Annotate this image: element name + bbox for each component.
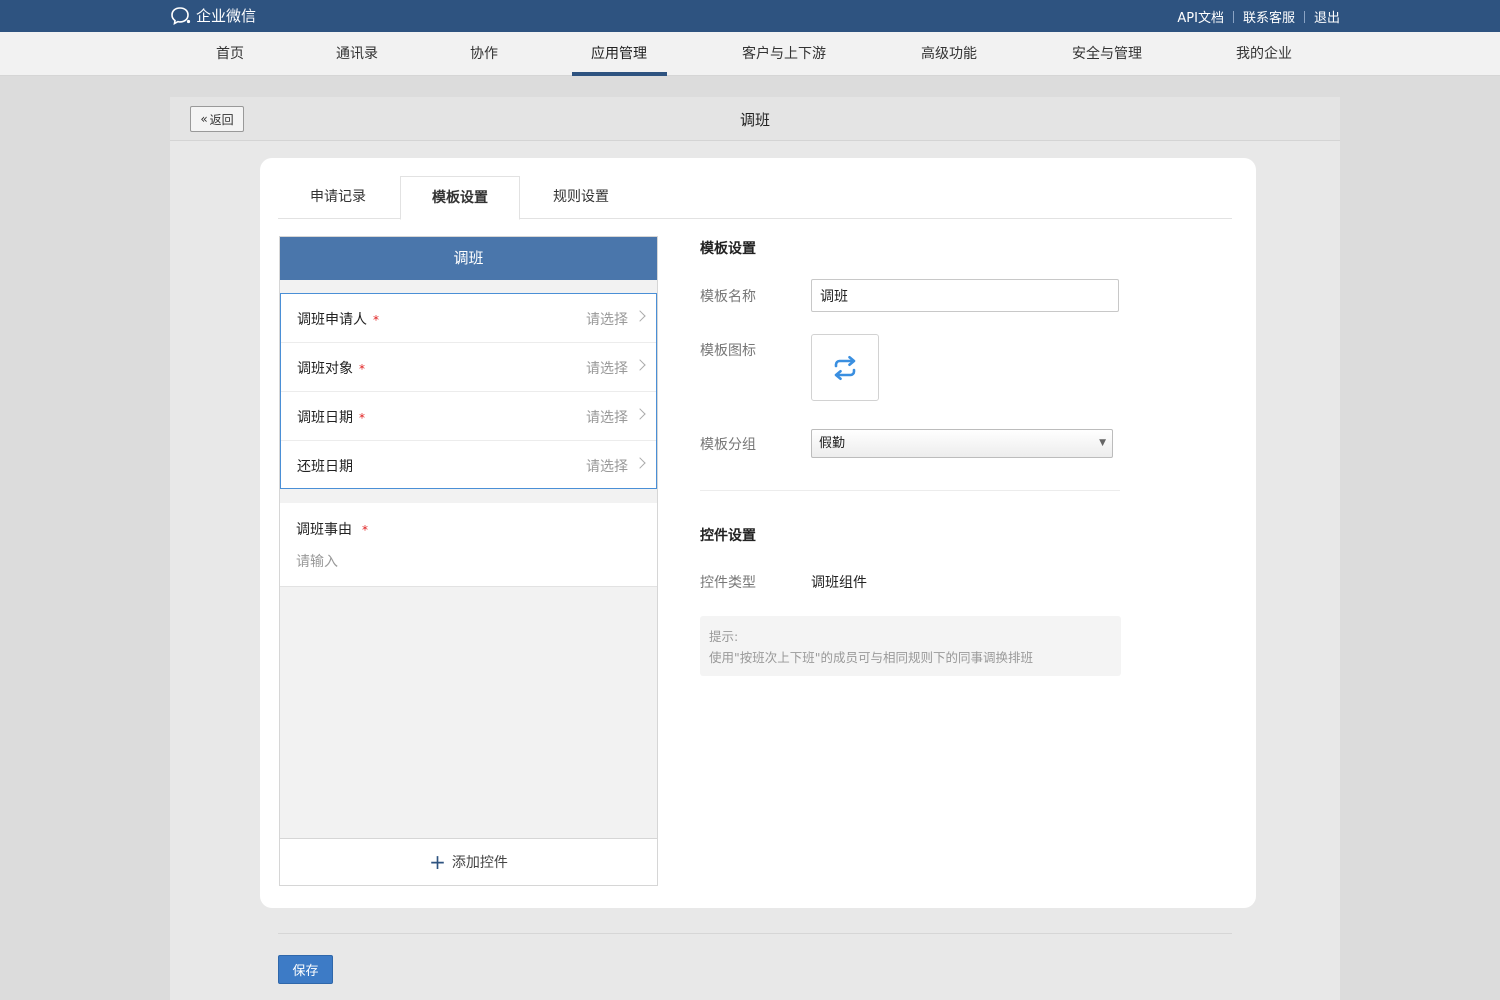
contact-support-link[interactable]: 联系客服 — [1243, 7, 1295, 26]
control-type-value: 调班组件 — [811, 575, 867, 591]
chevron-right-icon — [634, 310, 646, 322]
field-placeholder: 请选择 — [586, 459, 628, 475]
template-group-select[interactable]: 假勤 ▼ — [811, 429, 1113, 458]
nav-item-my-enterprise[interactable]: 我的企业 — [1236, 32, 1292, 76]
field-placeholder: 请选择 — [586, 410, 628, 426]
brand-name: 企业微信 — [196, 7, 257, 25]
plus-icon: + — [429, 850, 446, 874]
page-title: 调班 — [739, 111, 770, 129]
field-placeholder: 请选择 — [586, 312, 628, 328]
brand-logo[interactable]: 企业微信 — [170, 5, 256, 26]
add-control-label: 添加控件 — [451, 855, 508, 871]
required-mark: * — [359, 411, 365, 425]
tab-template-settings[interactable]: 模板设置 — [400, 176, 520, 220]
tip-title: 提示: — [709, 629, 739, 644]
nav-item-app-management[interactable]: 应用管理 — [591, 32, 647, 76]
nav-item-collaboration[interactable]: 协作 — [470, 32, 498, 76]
preview-header: 调班 — [280, 237, 657, 280]
field-label: 调班对象 * — [297, 361, 365, 377]
template-group-label: 模板分组 — [700, 437, 756, 453]
api-docs-link[interactable]: API文档 — [1177, 7, 1224, 26]
caret-down-icon: ▼ — [1099, 438, 1106, 448]
main-nav: 首页 通讯录 协作 应用管理 客户与上下游 高级功能 安全与管理 我的企业 — [0, 32, 1500, 76]
chevron-right-icon — [634, 457, 646, 469]
nav-active-indicator — [572, 72, 667, 76]
required-mark: * — [359, 362, 365, 376]
chevron-right-icon — [634, 408, 646, 420]
add-control-button[interactable]: + 添加控件 — [280, 838, 657, 885]
save-button[interactable]: 保存 — [278, 955, 333, 984]
logout-link[interactable]: 退出 — [1314, 7, 1340, 26]
top-bar: 企业微信 API文档 联系客服 退出 — [0, 0, 1500, 32]
nav-item-customers[interactable]: 客户与上下游 — [742, 32, 826, 76]
nav-item-advanced[interactable]: 高级功能 — [921, 32, 977, 76]
tab-rule-settings[interactable]: 规则设置 — [521, 176, 641, 219]
form-preview: 调班 调班申请人 * 请选择 调班对象 * 请选择 调班日期 * 请选择 还班日… — [279, 236, 658, 886]
field-swap-date[interactable]: 调班日期 * 请选择 — [281, 392, 656, 441]
field-applicant[interactable]: 调班申请人 * 请选择 — [281, 294, 656, 343]
field-placeholder: 请输入 — [296, 554, 338, 570]
template-settings-title: 模板设置 — [700, 241, 756, 257]
field-label: 还班日期 — [297, 459, 353, 475]
field-placeholder: 请选择 — [586, 361, 628, 377]
tip-box: 提示: 使用"按班次上下班"的成员可与相同规则下的同事调换排班 — [700, 616, 1121, 676]
settings-card: 申请记录 模板设置 规则设置 调班 调班申请人 * 请选择 调班对象 * 请选择 调… — [260, 158, 1256, 908]
swap-arrows-icon — [834, 355, 856, 380]
chat-bubble-icon — [171, 6, 191, 25]
panel-header: « 返回 调班 — [170, 97, 1340, 141]
control-type-label: 控件类型 — [700, 575, 756, 591]
select-value: 假勤 — [819, 436, 846, 451]
required-mark: * — [373, 313, 379, 327]
field-label: 调班日期 * — [297, 410, 365, 426]
chevron-right-icon — [634, 359, 646, 371]
required-mark: * — [362, 523, 368, 537]
footer-divider — [278, 933, 1232, 934]
page-panel: « 返回 调班 申请记录 模板设置 规则设置 调班 调班申请人 * 请选择 调班对… — [170, 97, 1340, 1000]
field-label: 调班申请人 * — [297, 312, 379, 328]
link-divider — [1303, 10, 1305, 23]
tip-text: 使用"按班次上下班"的成员可与相同规则下的同事调换排班 — [709, 650, 1034, 665]
nav-item-contacts[interactable]: 通讯录 — [336, 32, 378, 76]
link-divider — [1232, 10, 1234, 23]
field-label: 调班事由 * — [296, 522, 368, 538]
nav-item-home[interactable]: 首页 — [216, 32, 244, 76]
template-icon-picker[interactable] — [811, 334, 879, 401]
field-return-date[interactable]: 还班日期 请选择 — [281, 441, 656, 490]
nav-item-security[interactable]: 安全与管理 — [1072, 32, 1142, 76]
field-reason[interactable]: 调班事由 * 请输入 — [280, 503, 657, 587]
template-name-input[interactable] — [811, 279, 1119, 312]
template-name-label: 模板名称 — [700, 289, 756, 305]
control-settings-title: 控件设置 — [700, 528, 756, 544]
tab-records[interactable]: 申请记录 — [278, 176, 398, 219]
tab-bar: 申请记录 模板设置 规则设置 — [278, 176, 1232, 220]
field-group-selected[interactable]: 调班申请人 * 请选择 调班对象 * 请选择 调班日期 * 请选择 还班日期 请选择 — [280, 293, 657, 489]
top-links: API文档 联系客服 退出 — [1177, 7, 1340, 26]
template-icon-label: 模板图标 — [700, 343, 756, 359]
section-divider — [700, 490, 1120, 491]
field-swap-target[interactable]: 调班对象 * 请选择 — [281, 343, 656, 392]
